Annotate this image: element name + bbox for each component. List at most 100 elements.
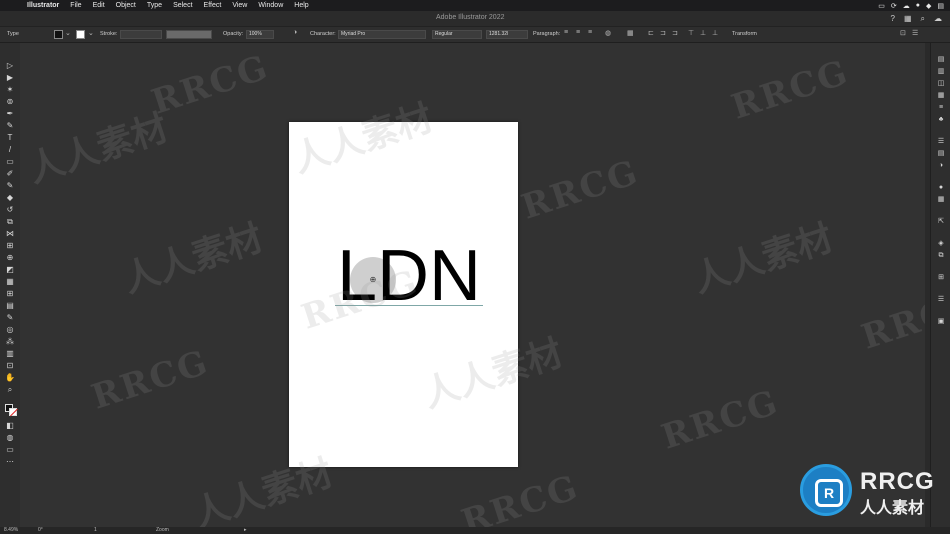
recolor-icon[interactable]: ◑ [293,29,297,36]
menu-app-name[interactable]: Illustrator [27,2,59,9]
paragraph-label[interactable]: Paragraph: [533,31,560,37]
chevron-down-icon[interactable]: ⌄ [88,29,94,37]
column-graph-tool-icon[interactable]: ▥ [5,349,15,358]
direct-selection-tool-icon[interactable]: ▶ [5,73,15,82]
menu-type[interactable]: Type [147,2,162,9]
brushes-icon[interactable]: ≡ [936,103,946,112]
live-paint-tool-icon[interactable]: ◩ [5,265,15,274]
layers-icon[interactable]: ◈ [936,239,946,248]
align-bottom-icon[interactable]: ⊥ [712,29,718,37]
more-tools-icon[interactable]: ⋯ [5,457,15,466]
menu-window[interactable]: Window [258,2,283,9]
search-icon[interactable]: ⌕ [921,14,925,24]
menu-edit[interactable]: Edit [93,2,105,9]
align-right-edges-icon[interactable]: ⊐ [672,29,678,37]
align-right-icon[interactable]: ≡ [588,29,592,36]
mesh-tool-icon[interactable]: ⊞ [5,289,15,298]
character-label[interactable]: Character: [310,31,336,37]
swatches-icon[interactable]: ▦ [936,91,946,100]
variable-width-profile[interactable] [166,30,212,39]
scale-tool-icon[interactable]: ⧉ [5,217,15,226]
libraries-icon[interactable]: ▥ [936,67,946,76]
artboard-number[interactable]: 1 [94,527,97,534]
screen-mode-icon[interactable]: ▭ [5,445,15,454]
menu-help[interactable]: Help [294,2,308,9]
recolor-artwork-icon[interactable]: ◍ [605,29,611,37]
appearance-icon[interactable]: ● [936,183,946,192]
isolate-icon[interactable]: ⊡ [900,29,906,37]
menu-object[interactable]: Object [116,2,136,9]
perspective-grid-tool-icon[interactable]: ▦ [5,277,15,286]
sync-icon[interactable]: ⟳ [891,2,897,10]
shape-builder-tool-icon[interactable]: ⊕ [5,253,15,262]
stroke-swatch[interactable] [9,408,17,416]
eyedropper-tool-icon[interactable]: ✎ [5,313,15,322]
control-icon[interactable]: ▤ [937,2,944,10]
align-v-center-icon[interactable]: ⊥ [700,29,706,37]
pathfinder-icon[interactable]: ☰ [936,295,946,304]
align-left-icon[interactable]: ≡ [564,29,568,36]
record-icon[interactable]: ● [916,2,920,9]
menu-file[interactable]: File [70,2,81,9]
symbol-sprayer-tool-icon[interactable]: ⁂ [5,337,15,346]
asset-export-icon[interactable]: ⇱ [936,217,946,226]
cloud-share-icon[interactable]: ☁ [934,14,942,24]
rectangle-tool-icon[interactable]: ▭ [5,157,15,166]
lasso-tool-icon[interactable]: ⊚ [5,97,15,106]
symbols-icon[interactable]: ♣ [936,115,946,124]
line-tool-icon[interactable]: / [5,145,15,154]
fill-color-swatch[interactable] [54,30,63,39]
menu-effect[interactable]: Effect [204,2,222,9]
hand-tool-icon[interactable]: ✋ [5,373,15,382]
stroke-panel-icon[interactable]: ☰ [936,137,946,146]
artboard-text[interactable]: LDN [337,240,481,312]
gradient-tool-icon[interactable]: ▤ [5,301,15,310]
menu-select[interactable]: Select [173,2,192,9]
magic-wand-tool-icon[interactable]: ✶ [5,85,15,94]
blend-tool-icon[interactable]: ◎ [5,325,15,334]
pen-tool-icon[interactable]: ✒ [5,109,15,118]
rotate-tool-icon[interactable]: ↺ [5,205,15,214]
artboard[interactable]: LDN ⊕ [289,122,518,467]
video-icon[interactable]: ▭ [878,2,885,10]
transform-panel-icon[interactable]: ▣ [936,317,946,326]
panel-menu-icon[interactable]: ☰ [912,29,918,37]
menu-view[interactable]: View [232,2,247,9]
dropbox-icon[interactable]: ◆ [926,2,931,10]
selection-tool-icon[interactable]: ▷ [5,61,15,70]
align-panel-icon[interactable]: ⊞ [936,273,946,282]
current-tool-name[interactable]: Zoom [156,527,169,534]
font-family-select[interactable]: Myriad Pro [338,30,426,39]
opacity-field[interactable]: 100% [246,30,274,39]
font-size-field[interactable]: 1281.32l [486,30,528,39]
type-tool-icon[interactable]: T [5,133,15,142]
align-left-edges-icon[interactable]: ⊏ [648,29,654,37]
artboards-icon[interactable]: ⧉ [936,251,946,260]
shaper-tool-icon[interactable]: ✎ [5,181,15,190]
help-icon[interactable]: ? [891,14,895,24]
artboard-tool-icon[interactable]: ⊡ [5,361,15,370]
curvature-tool-icon[interactable]: ✎ [5,121,15,130]
zoom-level[interactable]: 8.49% [4,527,18,534]
paintbrush-tool-icon[interactable]: ✐ [5,169,15,178]
draw-mode-icon[interactable]: ◍ [5,433,15,442]
learn-icon[interactable]: ◫ [936,79,946,88]
warp-tool-icon[interactable]: ⋈ [5,229,15,238]
transform-label[interactable]: Transform [732,31,757,37]
color-mode-icon[interactable]: ◧ [5,421,15,430]
rotation-value[interactable]: 0° [38,527,43,534]
stroke-weight-field[interactable] [120,30,162,39]
align-objects-icon[interactable]: ▦ [627,29,634,37]
align-top-icon[interactable]: ⊤ [688,29,694,37]
status-menu-arrow-icon[interactable]: ▸ [244,527,247,534]
align-h-center-icon[interactable]: ⊐ [660,29,666,37]
zoom-tool-icon[interactable]: ⌕ [5,385,15,394]
chevron-down-icon[interactable]: ⌄ [65,29,71,37]
gradient-panel-icon[interactable]: ▤ [936,149,946,158]
stroke-color-swatch[interactable] [76,30,85,39]
transparency-icon[interactable]: ◑ [936,161,946,170]
properties-icon[interactable]: ▤ [936,55,946,64]
font-style-select[interactable]: Regular [432,30,482,39]
graphic-styles-icon[interactable]: ▦ [936,195,946,204]
cloud-icon[interactable]: ☁ [903,2,910,10]
